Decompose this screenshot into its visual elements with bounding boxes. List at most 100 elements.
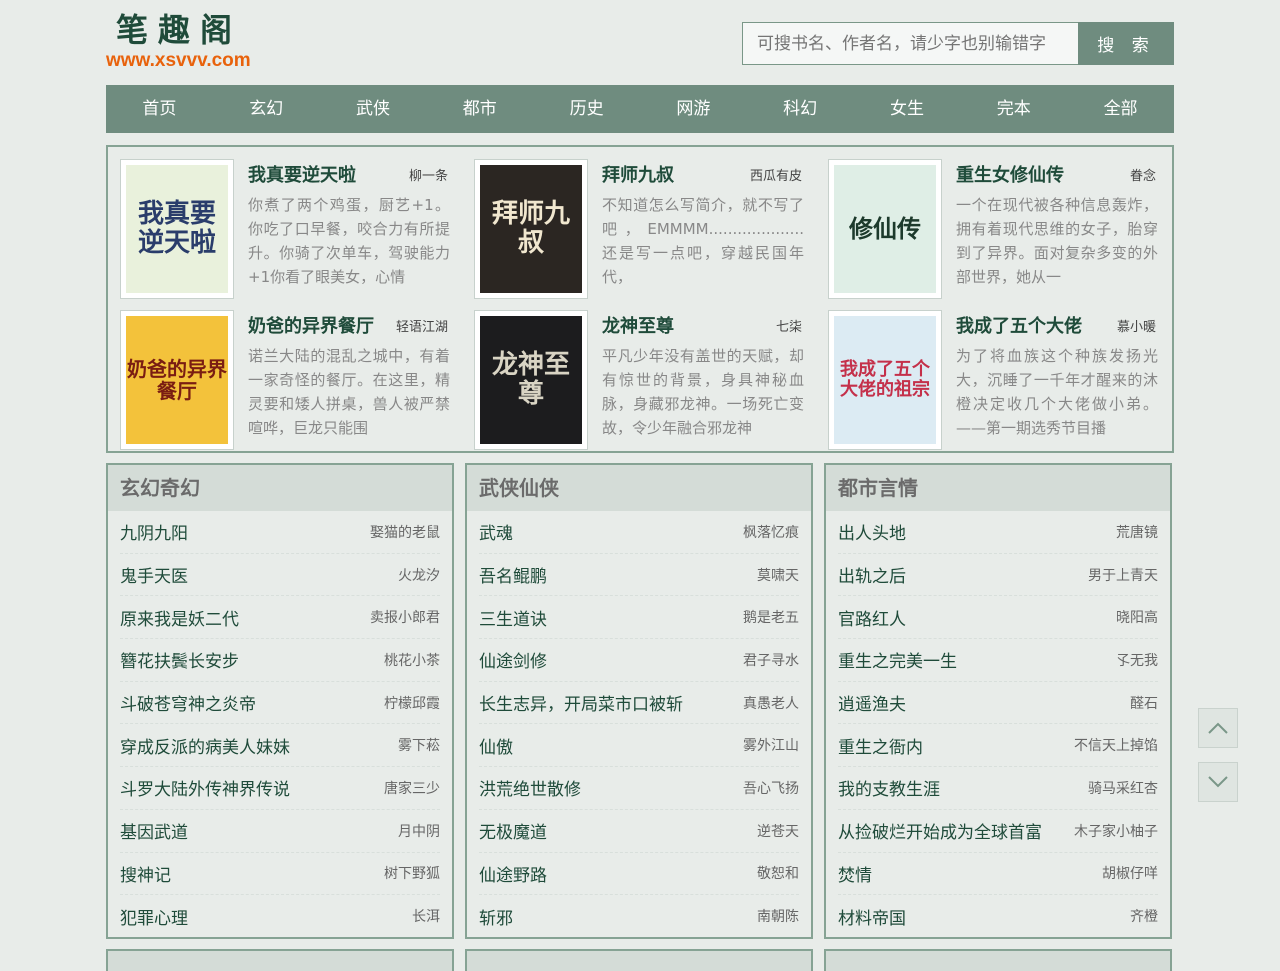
book-author: 卖报小郎君 bbox=[370, 610, 440, 627]
featured-book[interactable]: 龙神至尊 龙神至尊 七柒 平凡少年没有盖世的天赋，却有惊世的背景，身具神秘血脉，… bbox=[462, 298, 804, 450]
nav-item-wanben[interactable]: 完本 bbox=[960, 85, 1067, 133]
book-description: 你煮了两个鸡蛋，厨艺+1。你吃了口早餐，咬合力有所提升。你骑了次单车，驾驶能力+… bbox=[248, 196, 450, 286]
book-title[interactable]: 重生女修仙传 bbox=[956, 161, 1064, 187]
book-cover[interactable]: 龙神至尊 bbox=[474, 310, 588, 450]
book-link[interactable]: 九阴九阳 bbox=[120, 519, 188, 544]
book-link[interactable]: 仙途剑修 bbox=[479, 647, 547, 672]
book-author: 西瓜有皮 bbox=[749, 169, 802, 184]
book-author: 娶猫的老鼠 bbox=[370, 524, 440, 541]
book-link[interactable]: 长生志异，开局菜市口被斩 bbox=[479, 690, 683, 715]
book-description: 平凡少年没有盖世的天赋，却有惊世的背景，身具神秘血脉，身藏邪龙神。一场死亡变故，… bbox=[602, 347, 804, 437]
nav-item-kehuan[interactable]: 科幻 bbox=[747, 85, 854, 133]
nav-item-wuxia[interactable]: 武侠 bbox=[320, 85, 427, 133]
site-logo[interactable]: 笔趣阁 www.xsvvv.com bbox=[106, 10, 251, 72]
search-bar: 搜 索 bbox=[742, 22, 1174, 65]
book-link[interactable]: 无极魔道 bbox=[479, 818, 547, 843]
book-link[interactable]: 斗罗大陆外传神界传说 bbox=[120, 775, 290, 800]
book-link[interactable]: 原来我是妖二代 bbox=[120, 605, 239, 630]
category-title[interactable]: 武侠仙侠 bbox=[467, 465, 811, 511]
chevron-down-icon bbox=[1208, 776, 1228, 788]
list-item: 重生之衙内 不信天上掉馅 bbox=[838, 724, 1158, 768]
list-item: 斩邪 南朝陈 bbox=[479, 895, 799, 937]
book-link[interactable]: 洪荒绝世散修 bbox=[479, 775, 581, 800]
book-title[interactable]: 我成了五个大佬 bbox=[956, 312, 1082, 338]
featured-book[interactable]: 奶爸的异界餐厅 奶爸的异界餐厅 轻语江湖 诺兰大陆的混乱之城中，有着一家奇怪的餐… bbox=[108, 298, 450, 450]
nav-item-wangyou[interactable]: 网游 bbox=[640, 85, 747, 133]
book-link[interactable]: 出人头地 bbox=[838, 519, 906, 544]
category-box-dushi: 都市言情 出人头地 荒唐镜 出轨之后 男于上青天 官路红人 晓阳高 重生之完美一生 孓无… bbox=[824, 463, 1172, 939]
category-box-next bbox=[824, 949, 1172, 971]
list-item: 仙傲 雾外江山 bbox=[479, 724, 799, 768]
book-title[interactable]: 我真要逆天啦 bbox=[248, 161, 356, 187]
book-author: 胡椒仔咩 bbox=[1102, 866, 1158, 883]
book-link[interactable]: 材料帝国 bbox=[838, 904, 906, 929]
list-item: 重生之完美一生 孓无我 bbox=[838, 639, 1158, 682]
book-description: 为了将血族这个种族发扬光大，沉睡了一千年才醒来的沐橙决定收几个大佬做小弟。——第… bbox=[956, 347, 1158, 437]
list-item: 簪花扶鬓长安步 桃花小茶 bbox=[120, 639, 440, 682]
featured-book[interactable]: 我真要逆天啦 我真要逆天啦 柳一条 你煮了两个鸡蛋，厨艺+1。你吃了口早餐，咬合… bbox=[108, 147, 450, 299]
scroll-bottom-button[interactable] bbox=[1198, 762, 1238, 802]
cover-art: 我成了五个大佬的祖宗 bbox=[834, 316, 936, 444]
nav-item-dushi[interactable]: 都市 bbox=[426, 85, 533, 133]
list-item: 材料帝国 齐橙 bbox=[838, 895, 1158, 937]
book-link[interactable]: 三生道诀 bbox=[479, 605, 547, 630]
book-link[interactable]: 斗破苍穹神之炎帝 bbox=[120, 690, 256, 715]
book-link[interactable]: 逍遥渔夫 bbox=[838, 690, 906, 715]
featured-book[interactable]: 拜师九叔 拜师九叔 西瓜有皮 不知道怎么写简介，就不写了 吧 ， EMMMM..… bbox=[462, 147, 804, 299]
book-link[interactable]: 鬼手天医 bbox=[120, 562, 188, 587]
category-title[interactable]: 玄幻奇幻 bbox=[108, 465, 452, 511]
book-link[interactable]: 官路红人 bbox=[838, 605, 906, 630]
book-author: 晓阳高 bbox=[1116, 610, 1158, 627]
search-input[interactable] bbox=[742, 22, 1078, 65]
search-button[interactable]: 搜 索 bbox=[1078, 22, 1174, 65]
book-link[interactable]: 重生之衙内 bbox=[838, 733, 923, 758]
list-item: 出轨之后 男于上青天 bbox=[838, 554, 1158, 597]
book-link[interactable]: 斩邪 bbox=[479, 904, 513, 929]
nav-item-lishi[interactable]: 历史 bbox=[533, 85, 640, 133]
book-link[interactable]: 穿成反派的病美人妹妹 bbox=[120, 733, 290, 758]
nav-item-quanbu[interactable]: 全部 bbox=[1067, 85, 1174, 133]
book-title[interactable]: 奶爸的异界餐厅 bbox=[248, 312, 374, 338]
book-link[interactable]: 出轨之后 bbox=[838, 562, 906, 587]
book-link[interactable]: 基因武道 bbox=[120, 818, 188, 843]
book-cover[interactable]: 我真要逆天啦 bbox=[120, 159, 234, 299]
book-link[interactable]: 重生之完美一生 bbox=[838, 647, 957, 672]
book-author: 唐家三少 bbox=[384, 780, 440, 797]
book-author: 月中阴 bbox=[398, 823, 440, 840]
book-link[interactable]: 焚情 bbox=[838, 861, 872, 886]
book-link[interactable]: 武魂 bbox=[479, 519, 513, 544]
book-link[interactable]: 簪花扶鬓长安步 bbox=[120, 647, 239, 672]
book-link[interactable]: 仙途野路 bbox=[479, 861, 547, 886]
book-link[interactable]: 吾名鲲鹏 bbox=[479, 562, 547, 587]
category-title[interactable]: 都市言情 bbox=[826, 465, 1170, 511]
nav-item-xuanhuan[interactable]: 玄幻 bbox=[213, 85, 320, 133]
book-author: 男于上青天 bbox=[1088, 567, 1158, 584]
book-link[interactable]: 搜神记 bbox=[120, 861, 171, 886]
book-link[interactable]: 我的支教生涯 bbox=[838, 775, 940, 800]
nav-item-home[interactable]: 首页 bbox=[106, 85, 213, 133]
featured-book[interactable]: 我成了五个大佬的祖宗 我成了五个大佬 慕小暖 为了将血族这个种族发扬光大，沉睡了… bbox=[816, 298, 1158, 450]
book-cover[interactable]: 奶爸的异界餐厅 bbox=[120, 310, 234, 450]
featured-book[interactable]: 修仙传 重生女修仙传 眷念 一个在现代被各种信息轰炸，拥有着现代思维的女子，胎穿… bbox=[816, 147, 1158, 299]
book-description: 一个在现代被各种信息轰炸，拥有着现代思维的女子，胎穿到了异界。面对复杂多变的外部… bbox=[956, 196, 1158, 286]
category-box-next bbox=[465, 949, 813, 971]
book-link[interactable]: 从捡破烂开始成为全球首富 bbox=[838, 818, 1042, 843]
book-title[interactable]: 龙神至尊 bbox=[602, 312, 674, 338]
book-title[interactable]: 拜师九叔 bbox=[602, 161, 674, 187]
logo-url: www.xsvvv.com bbox=[106, 50, 251, 71]
book-cover[interactable]: 拜师九叔 bbox=[474, 159, 588, 299]
nav-item-nvsheng[interactable]: 女生 bbox=[854, 85, 961, 133]
book-author: 不信天上掉馅 bbox=[1074, 738, 1158, 755]
list-item: 九阴九阳 娶猫的老鼠 bbox=[120, 511, 440, 554]
cover-title: 拜师九叔 bbox=[491, 199, 570, 258]
list-item: 无极魔道 逆苍天 bbox=[479, 810, 799, 853]
book-link[interactable]: 犯罪心理 bbox=[120, 904, 188, 929]
book-cover[interactable]: 我成了五个大佬的祖宗 bbox=[828, 310, 942, 450]
scroll-top-button[interactable] bbox=[1198, 708, 1238, 748]
book-author: 逆苍天 bbox=[757, 823, 799, 840]
book-cover[interactable]: 修仙传 bbox=[828, 159, 942, 299]
book-link[interactable]: 仙傲 bbox=[479, 733, 513, 758]
list-item: 基因武道 月中阴 bbox=[120, 810, 440, 853]
book-author: 眷念 bbox=[1129, 169, 1156, 184]
book-author: 骑马采红杏 bbox=[1088, 780, 1158, 797]
